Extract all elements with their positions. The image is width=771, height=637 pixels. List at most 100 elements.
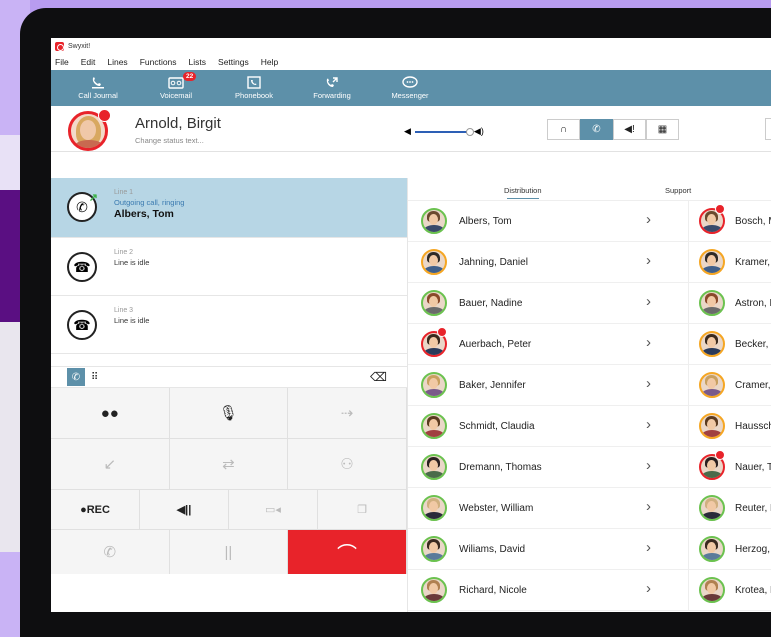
avatar-face [429, 337, 438, 348]
menu-settings[interactable]: Settings [218, 57, 249, 67]
voicemail-dial-button[interactable]: ●● [51, 388, 170, 439]
backspace-icon[interactable]: ⌫ [370, 370, 387, 384]
chevron-right-icon[interactable]: › [646, 416, 651, 433]
contact-row[interactable]: Jahning, Daniel › [408, 242, 688, 283]
handset-mode-button[interactable]: ✆ [580, 119, 613, 140]
avatar-body [424, 594, 444, 601]
contact-row[interactable]: Wiliams, David › [408, 529, 688, 570]
mute-microphone-button[interactable]: 🎙 [169, 388, 289, 439]
avatar-body [424, 389, 444, 396]
contact-row[interactable]: Astron, K [689, 283, 771, 324]
contact-row[interactable]: Dremann, Thomas › [408, 447, 688, 488]
contact-row[interactable]: Webster, William › [408, 488, 688, 529]
avatar-face [707, 337, 716, 348]
phonebook-button[interactable]: Phonebook [215, 70, 293, 106]
speaker-mode-button[interactable]: ◀! [613, 119, 646, 140]
menu-help[interactable]: Help [261, 57, 278, 67]
contact-row[interactable]: Hausschi [689, 406, 771, 447]
hangup-button[interactable]: ⌒ [288, 530, 407, 574]
forwarding-button[interactable]: Forwarding [293, 70, 371, 106]
contact-row[interactable]: Albers, Tom › [408, 201, 688, 242]
app-logo-icon [55, 41, 64, 51]
volume-knob[interactable] [465, 127, 474, 136]
contact-row[interactable]: Schmidt, Claudia › [408, 406, 688, 447]
more-button[interactable] [765, 118, 771, 140]
chevron-right-icon[interactable]: › [646, 457, 651, 474]
keypad-icon[interactable]: ⠿ [91, 372, 98, 383]
voicemail-button[interactable]: 22 Voicemail [137, 70, 215, 106]
chevron-right-icon[interactable]: › [646, 539, 651, 556]
menu-functions[interactable]: Functions [140, 57, 177, 67]
avatar-face [429, 296, 438, 307]
dial-bar: ✆ ⠿ ⌫ [51, 366, 407, 388]
line-2[interactable]: ☎ Line 2 Line is idle [51, 238, 407, 296]
video-button[interactable]: ▭◂ [229, 490, 318, 530]
tab-support[interactable]: Support [665, 186, 691, 195]
deskphone-mode-button[interactable]: ▦ [646, 119, 679, 140]
contact-name: Reuter, L [735, 503, 771, 514]
avatar-body [702, 594, 722, 601]
chevron-right-icon[interactable]: › [646, 293, 651, 310]
line-3[interactable]: ☎ Line 3 Line is idle [51, 296, 407, 354]
forwarding-icon [324, 76, 340, 89]
contact-row[interactable]: Kramer, F [689, 242, 771, 283]
contact-row[interactable]: Bosch, M [689, 201, 771, 242]
avatar-body [702, 512, 722, 519]
tab-distribution[interactable]: Distribution [504, 186, 542, 199]
headset-mode-button[interactable]: ∩ [547, 119, 580, 140]
avatar-body [702, 389, 722, 396]
contact-row[interactable]: Krotea, K [689, 570, 771, 611]
line-1[interactable]: ✆ ↗ Line 1 Outgoing call, ringing Albers,… [51, 178, 407, 238]
call-journal-button[interactable]: Call Journal [59, 70, 137, 106]
chevron-right-icon[interactable]: › [646, 252, 651, 269]
contact-row[interactable]: Bauer, Nadine › [408, 283, 688, 324]
avatar-body [702, 225, 722, 232]
chevron-right-icon[interactable]: › [646, 375, 651, 392]
calling-indicator-icon [715, 450, 725, 460]
record-button[interactable]: ●REC [51, 490, 140, 530]
volume-slider[interactable] [414, 127, 474, 136]
contact-row[interactable]: Richard, Nicole › [408, 570, 688, 611]
avatar-face [707, 542, 716, 553]
speaker-button[interactable]: ◀|| [140, 490, 229, 530]
chevron-right-icon[interactable]: › [646, 334, 651, 351]
contact-row[interactable]: Becker, T [689, 324, 771, 365]
line-status: Outgoing call, ringing [114, 198, 185, 207]
contact-row[interactable]: Herzog, S [689, 529, 771, 570]
user-header: Arnold, Birgit Change status text... ◀ ◀… [51, 106, 771, 152]
line-status: Line is idle [114, 316, 150, 325]
toolbar: Call Journal 22 Voicemail Phonebook Forw… [51, 70, 771, 106]
screen-share-button[interactable]: ❐ [318, 490, 407, 530]
contact-row[interactable]: Auerbach, Peter › [408, 324, 688, 365]
menu-edit[interactable]: Edit [81, 57, 96, 67]
transfer-button[interactable]: ⇄ [169, 439, 289, 490]
status-text-input[interactable]: Change status text... [135, 136, 204, 145]
contact-avatar [421, 290, 447, 316]
ringing-phone-icon: ✆ ↗ [67, 192, 98, 222]
menu-lines[interactable]: Lines [107, 57, 127, 67]
contact-row[interactable]: Reuter, L [689, 488, 771, 529]
menu-lists[interactable]: Lists [189, 57, 206, 67]
contact-row[interactable]: Baker, Jennifer › [408, 365, 688, 406]
idle-phone-icon: ☎ [67, 252, 97, 282]
call-button[interactable]: ✆ [51, 530, 170, 574]
send-voicemail-button[interactable]: ⇢ [288, 388, 407, 439]
contact-row[interactable]: Cramer, A [689, 365, 771, 406]
dial-tab-icon[interactable]: ✆ [67, 368, 85, 386]
pickup-button[interactable]: ↙ [51, 439, 170, 490]
chevron-right-icon[interactable]: › [646, 498, 651, 515]
volume-control[interactable]: ◀ ◀) [404, 126, 484, 137]
contact-name: Krotea, K [735, 585, 771, 596]
contact-row[interactable]: Nauer, Ti [689, 447, 771, 488]
menu-file[interactable]: File [55, 57, 69, 67]
chevron-right-icon[interactable]: › [646, 580, 651, 597]
chevron-right-icon[interactable]: › [646, 211, 651, 228]
messenger-button[interactable]: Messenger [371, 70, 449, 106]
conference-button[interactable]: ⚇ [288, 439, 407, 490]
hold-button[interactable]: || [169, 530, 289, 574]
contact-name: Richard, Nicole [459, 585, 527, 596]
avatar-face [429, 214, 438, 225]
contact-name: Becker, T [735, 339, 771, 350]
contact-name: Schmidt, Claudia [459, 421, 535, 432]
avatar-face [429, 583, 438, 594]
